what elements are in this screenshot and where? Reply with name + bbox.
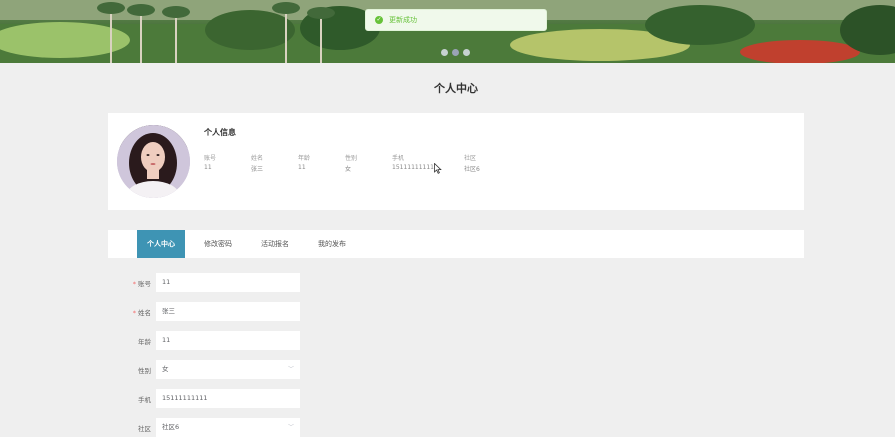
name-label-text: 姓名: [138, 309, 151, 317]
account-label-text: 账号: [138, 280, 151, 288]
account-input[interactable]: 11: [156, 273, 300, 292]
success-toast: ✓ 更新成功: [365, 9, 547, 31]
carousel-dot[interactable]: [441, 49, 448, 56]
gender-select-value: 女: [162, 365, 169, 373]
info-field-name: 姓名 张三: [251, 153, 263, 173]
info-label: 社区: [464, 155, 477, 162]
toast-message: 更新成功: [389, 16, 417, 24]
avatar: [117, 125, 190, 198]
info-field-account: 账号 11: [204, 153, 216, 171]
account-label: * 账号: [0, 278, 151, 288]
tab-profile[interactable]: 个人中心: [137, 230, 185, 258]
info-label: 手机: [392, 155, 405, 162]
info-title: 个人信息: [204, 128, 236, 137]
info-value: 女: [345, 166, 352, 173]
info-label: 姓名: [251, 155, 264, 162]
page-title: 个人中心: [434, 82, 478, 95]
phone-input[interactable]: 15111111111: [156, 389, 300, 408]
info-value: 社区6: [464, 166, 480, 173]
info-value: 15111111111: [392, 164, 434, 171]
chevron-down-icon[interactable]: ﹀: [288, 360, 294, 379]
gender-label: 性别: [138, 367, 151, 375]
phone-label: 手机: [138, 396, 151, 404]
tab-change-password[interactable]: 修改密码: [194, 230, 242, 258]
required-mark: *: [132, 280, 136, 288]
info-label: 账号: [204, 155, 217, 162]
carousel-indicators: [441, 49, 470, 56]
tab-my-posts[interactable]: 我的发布: [308, 230, 356, 258]
age-label: 年龄: [138, 338, 151, 346]
tab-activity-signup[interactable]: 活动报名: [251, 230, 299, 258]
info-field-gender: 性别 女: [345, 153, 357, 173]
chevron-down-icon[interactable]: ﹀: [288, 418, 294, 437]
gender-select[interactable]: 女 ﹀: [156, 360, 300, 379]
info-label: 年龄: [298, 155, 311, 162]
info-field-community: 社区 社区6: [464, 153, 480, 173]
age-input[interactable]: 11: [156, 331, 300, 350]
profile-tabs: 个人中心 修改密码 活动报名 我的发布: [108, 230, 804, 258]
name-label: * 姓名: [0, 307, 151, 317]
info-field-age: 年龄 11: [298, 153, 310, 171]
success-check-icon: ✓: [375, 16, 383, 24]
carousel-dot[interactable]: [463, 49, 470, 56]
info-value: 张三: [251, 166, 264, 173]
info-field-phone: 手机 15111111111: [392, 153, 434, 171]
profile-info-card: 个人信息 账号 11 姓名 张三 年龄 11 性别 女 手机 151111111…: [108, 113, 804, 210]
community-label: 社区: [138, 425, 151, 433]
info-label: 性别: [345, 155, 358, 162]
community-select-value: 社区6: [162, 423, 180, 431]
community-select[interactable]: 社区6 ﹀: [156, 418, 300, 437]
info-value: 11: [298, 164, 306, 171]
required-mark: *: [132, 309, 136, 317]
mouse-cursor-icon: [434, 163, 442, 174]
carousel-dot-active[interactable]: [452, 49, 459, 56]
name-input[interactable]: 张三: [156, 302, 300, 321]
info-value: 11: [204, 164, 212, 171]
